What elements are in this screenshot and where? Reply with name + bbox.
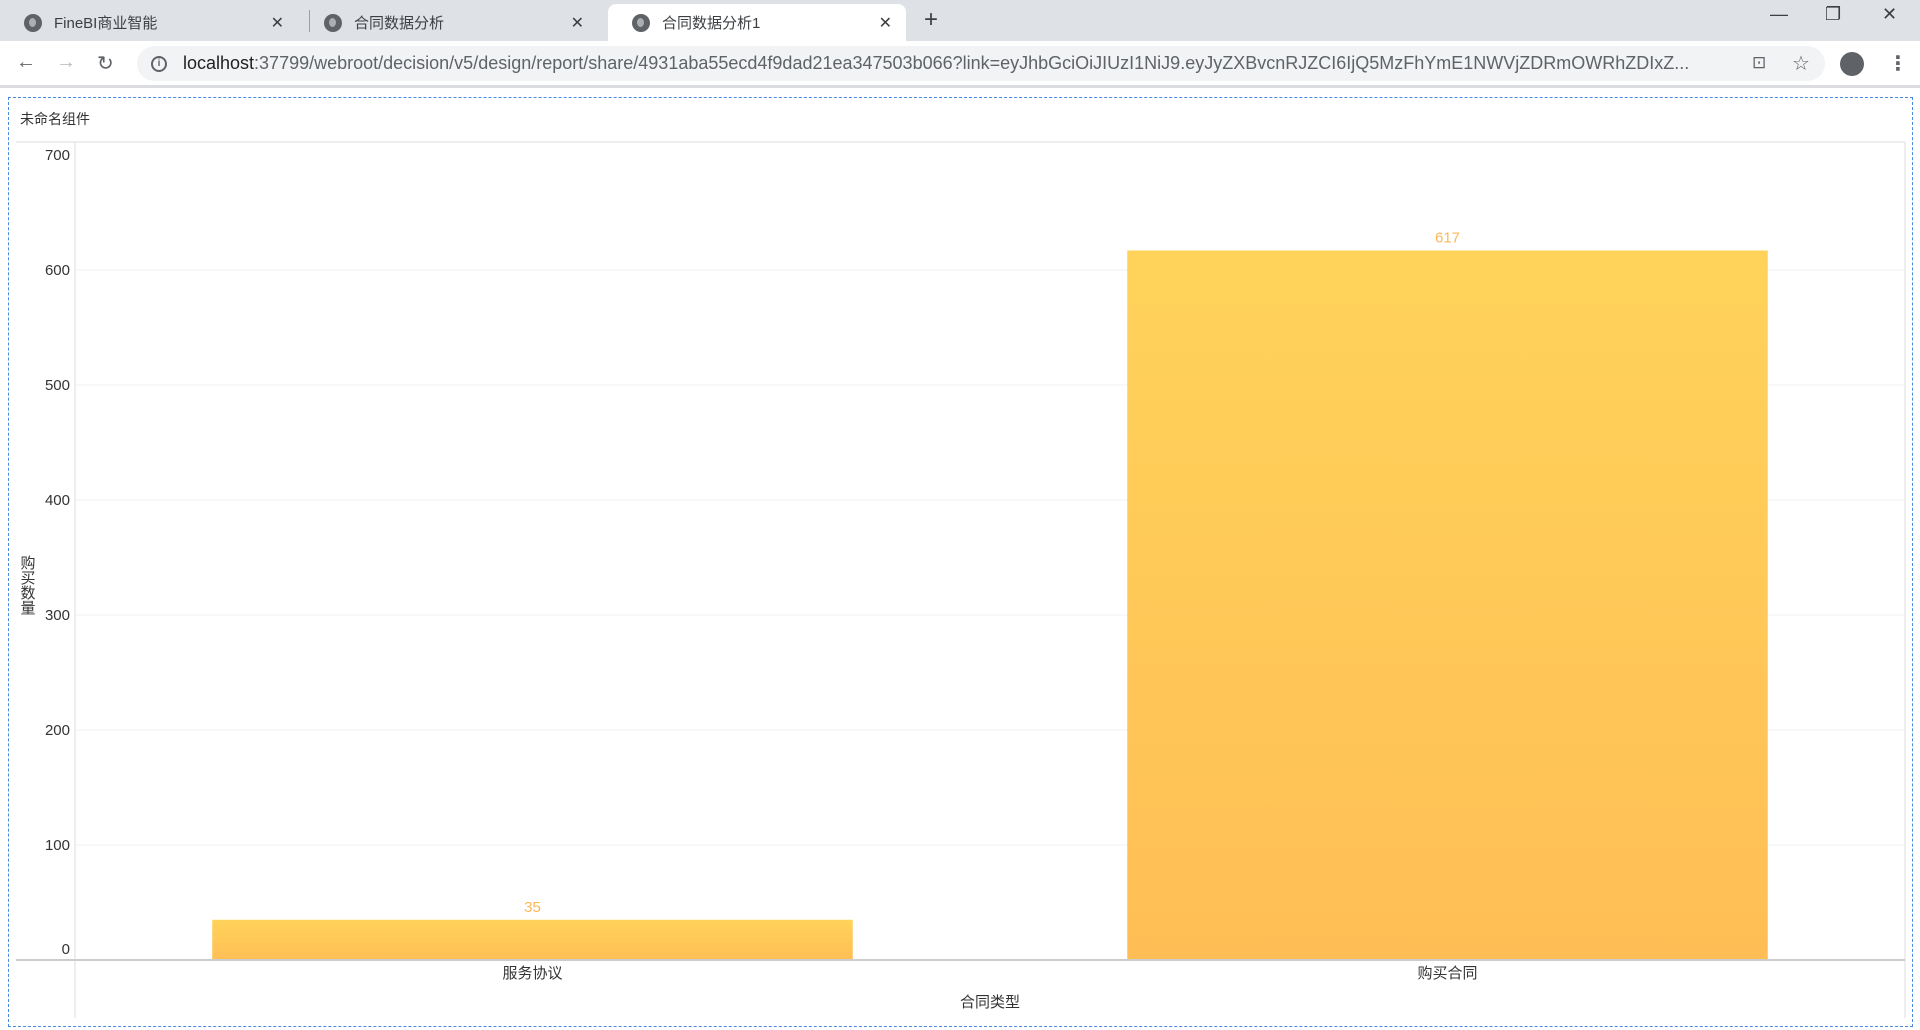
profile-avatar-icon[interactable] xyxy=(1840,52,1864,76)
globe-icon xyxy=(24,13,42,32)
forward-button[interactable]: → xyxy=(56,51,76,74)
tab-label: 合同数据分析1 xyxy=(662,15,761,32)
tab-bar: FineBI商业智能 ✕ 合同数据分析 ✕ 合同数据分析1 ✕ + — ❐ ✕ xyxy=(0,0,1920,41)
globe-icon xyxy=(632,13,650,32)
new-tab-button[interactable]: + xyxy=(924,6,938,34)
reload-button[interactable]: ↻ xyxy=(97,51,114,76)
tab-contract-analysis[interactable]: 合同数据分析 ✕ xyxy=(300,4,598,41)
tab-finebi[interactable]: FineBI商业智能 ✕ xyxy=(0,4,298,41)
info-icon[interactable]: i xyxy=(151,55,167,72)
close-tab-icon[interactable]: ✕ xyxy=(879,13,892,33)
close-window-button[interactable]: ✕ xyxy=(1882,4,1897,25)
menu-icon[interactable]: ⋮ xyxy=(1888,51,1908,76)
widget-title: 未命名组件 xyxy=(20,111,90,127)
minimize-button[interactable]: — xyxy=(1770,4,1788,25)
tab-contract-analysis-1[interactable]: 合同数据分析1 ✕ xyxy=(608,4,906,41)
globe-icon xyxy=(324,13,342,32)
address-bar[interactable]: i localhost:37799/webroot/decision/v5/de… xyxy=(137,46,1825,81)
browser-toolbar: ← → ↻ i localhost:37799/webroot/decision… xyxy=(0,41,1920,88)
tab-label: 合同数据分析 xyxy=(354,15,445,32)
restore-button[interactable]: ❐ xyxy=(1825,4,1841,25)
tab-label: FineBI商业智能 xyxy=(54,15,158,32)
translate-icon[interactable]: ⊡ xyxy=(1752,53,1766,73)
url-host: localhost xyxy=(183,53,255,73)
back-button[interactable]: ← xyxy=(16,51,36,74)
bookmark-star-icon[interactable]: ☆ xyxy=(1792,51,1810,76)
close-tab-icon[interactable]: ✕ xyxy=(571,13,584,33)
url-path: :37799/webroot/decision/v5/design/report… xyxy=(254,53,1690,73)
chart-widget[interactable]: 未命名组件 xyxy=(8,97,1913,1027)
close-tab-icon[interactable]: ✕ xyxy=(271,13,284,33)
